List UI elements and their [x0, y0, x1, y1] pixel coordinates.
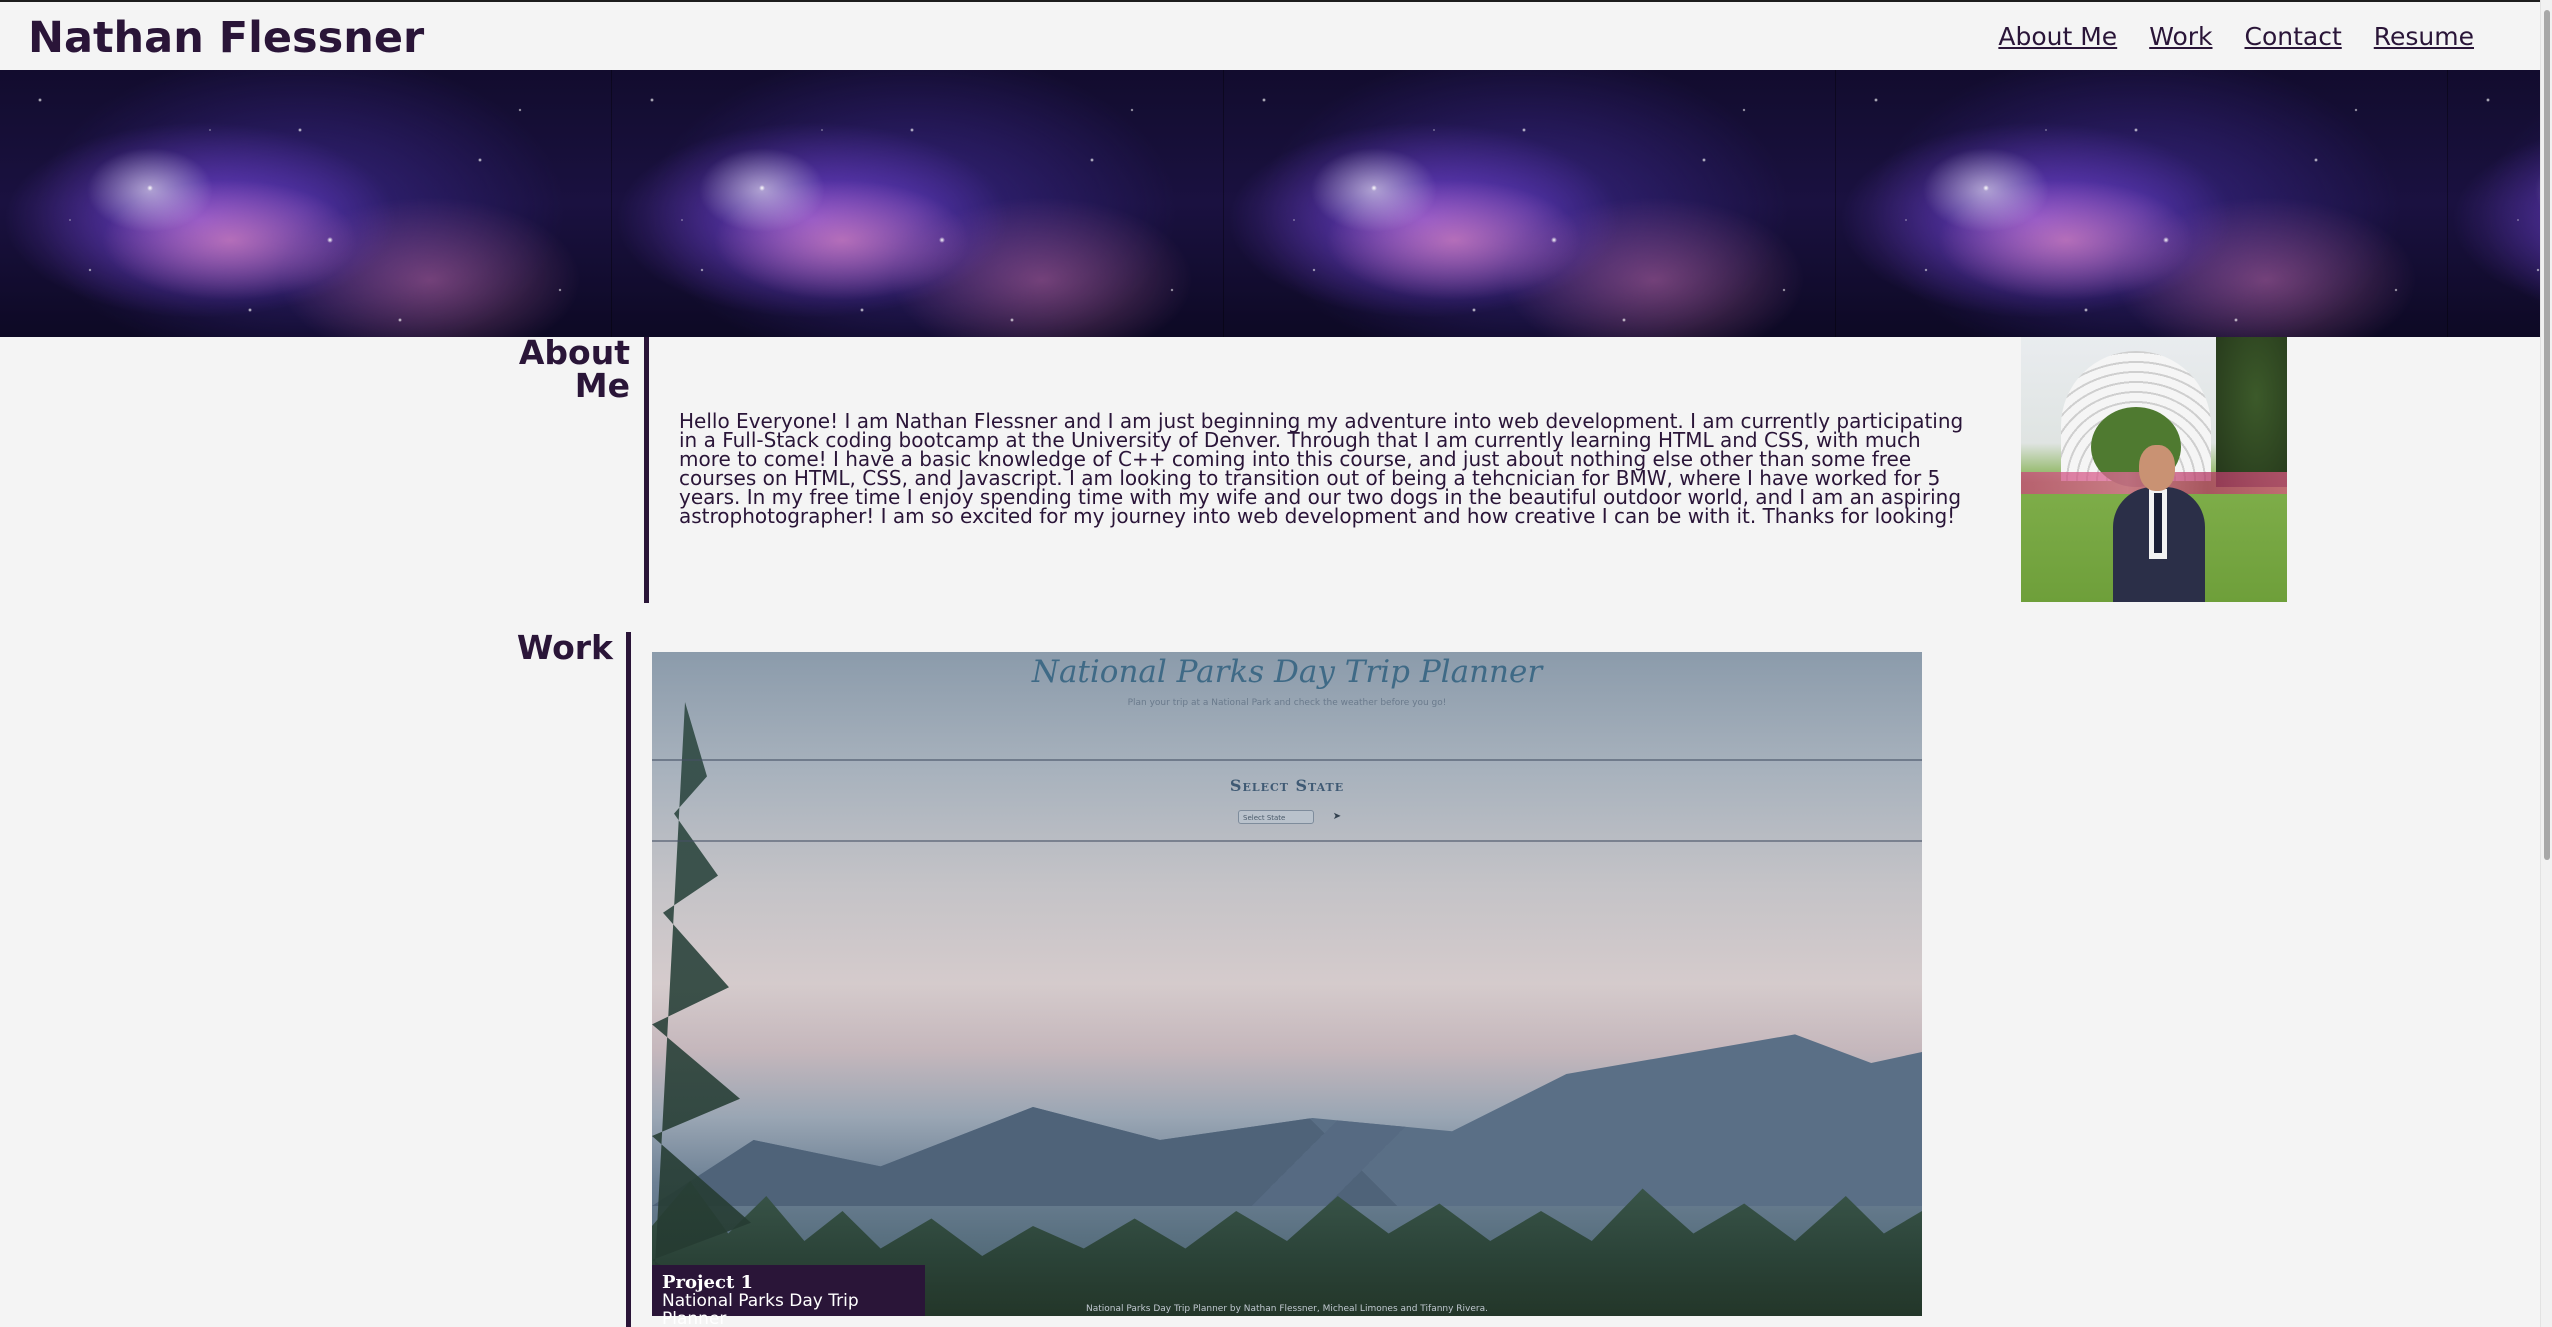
project-label[interactable]: Project 1 National Parks Day Trip Planne…: [652, 1265, 925, 1327]
nav-link-contact[interactable]: Contact: [2235, 20, 2352, 54]
scrollbar-thumb[interactable]: [2544, 10, 2550, 860]
nav-link-resume[interactable]: Resume: [2364, 20, 2484, 54]
about-heading: About Me: [518, 333, 630, 405]
site-title: Nathan Flessner: [28, 13, 425, 63]
galaxy-image: [612, 70, 1224, 337]
site-header: Nathan Flessner About Me Work Contact Re…: [0, 0, 2540, 70]
galaxy-image: [1224, 70, 1836, 337]
galaxy-image: [1836, 70, 2448, 337]
work-divider: [626, 632, 631, 1327]
nav-link-work[interactable]: Work: [2139, 20, 2222, 54]
planner-subtitle: Plan your trip at a National Park and ch…: [1127, 698, 1447, 708]
main-nav: About Me Work Contact Resume: [1988, 20, 2484, 54]
planner-title: National Parks Day Trip Planner: [1031, 654, 1543, 690]
page: Nathan Flessner About Me Work Contact Re…: [0, 0, 2552, 1327]
state-select: Select State: [1238, 810, 1314, 824]
profile-photo: [2021, 337, 2287, 602]
about-divider: [644, 337, 649, 603]
nav-link-about-me[interactable]: About Me: [1988, 20, 2127, 54]
select-state-heading: Select State: [1229, 776, 1345, 795]
project-name: National Parks Day Trip Planner: [662, 1291, 859, 1327]
project-card[interactable]: National Parks Day Trip Planner Plan you…: [652, 652, 1922, 1316]
galaxy-image: [0, 70, 612, 337]
about-text: Hello Everyone! I am Nathan Flessner and…: [679, 409, 1964, 528]
work-heading: Work: [516, 628, 613, 667]
send-icon: ➤: [1332, 811, 1342, 822]
mountains-image: [652, 1034, 1922, 1206]
project-number: Project 1: [662, 1272, 754, 1293]
hero-banner: [0, 70, 2540, 337]
galaxy-image: [2448, 70, 2540, 337]
scrollbar[interactable]: [2540, 0, 2552, 1327]
